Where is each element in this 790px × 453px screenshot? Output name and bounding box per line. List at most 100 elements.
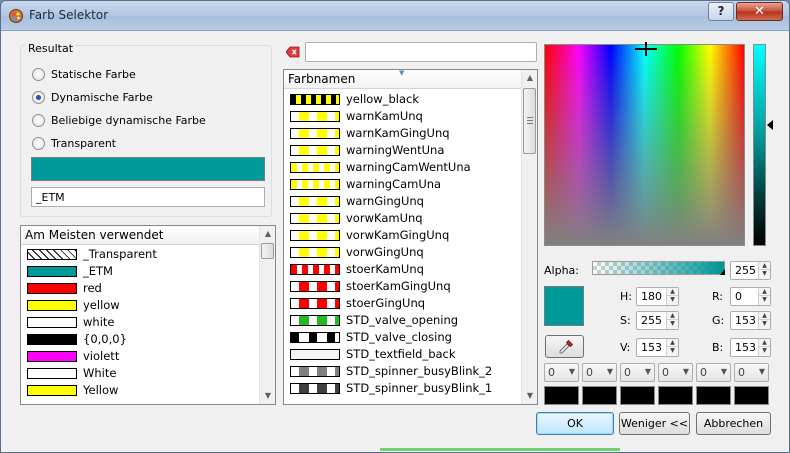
list-item[interactable]: red (21, 280, 257, 297)
spin-up-icon[interactable]: ▲ (759, 262, 770, 270)
custom-color-dropdown[interactable]: 0 ▼ (658, 363, 693, 382)
spin-down-icon[interactable]: ▼ (759, 270, 770, 278)
custom-color-slot[interactable] (734, 386, 769, 405)
custom-color-slot[interactable] (582, 386, 617, 405)
hue-label: H: (620, 290, 632, 303)
spin-up-icon[interactable]: ▲ (759, 339, 770, 347)
radio-any-dynamic-color-circle[interactable] (32, 114, 45, 127)
list-item[interactable]: White (21, 365, 257, 382)
custom-color-slot[interactable] (620, 386, 655, 405)
list-item[interactable]: warnKamGingUnq (284, 125, 520, 142)
spin-down-icon[interactable]: ▼ (667, 320, 678, 328)
spin-up-icon[interactable]: ▲ (759, 288, 770, 296)
result-color-name-field[interactable]: _ETM (31, 187, 265, 207)
title-bar[interactable]: Farb Selektor ? ✕ (1, 1, 789, 31)
spin-up-icon[interactable]: ▲ (759, 312, 770, 320)
spin-up-icon[interactable]: ▲ (667, 339, 678, 347)
list-item[interactable]: {0,0,0} (21, 331, 257, 348)
cancel-button[interactable]: Abbrechen (696, 412, 771, 435)
progress-glow (380, 448, 620, 451)
list-item[interactable]: yellow (21, 297, 257, 314)
spin-up-icon[interactable]: ▲ (667, 312, 678, 320)
custom-color-dropdown[interactable]: 0 ▼ (696, 363, 731, 382)
scroll-up-arrow-icon[interactable]: ▲ (260, 226, 275, 242)
most-used-scrollbar[interactable]: ▲ ▼ (259, 226, 275, 404)
close-button[interactable]: ✕ (736, 2, 783, 21)
custom-color-value: 0 (700, 366, 707, 379)
alpha-slider[interactable] (592, 261, 725, 275)
list-item[interactable]: Yellow (21, 382, 257, 399)
list-item-label: yellow (83, 298, 120, 312)
list-item[interactable]: warningWentUna (284, 142, 520, 159)
list-item[interactable]: warnKamUnq (284, 108, 520, 125)
list-item[interactable]: warnGingUnq (284, 193, 520, 210)
value-label: V: (620, 341, 631, 354)
spin-up-icon[interactable]: ▲ (667, 288, 678, 296)
color-swatch (290, 94, 340, 105)
app-icon (9, 9, 23, 23)
list-item[interactable]: _ETM (21, 263, 257, 280)
red-spinbox[interactable]: 0 ▲ ▼ (730, 287, 771, 306)
color-spectrum[interactable] (544, 44, 745, 246)
luminance-pointer-icon[interactable] (767, 120, 773, 130)
list-item[interactable]: STD_valve_closing (284, 329, 520, 346)
value-spinbox[interactable]: 153 ▲ ▼ (636, 338, 679, 357)
color-names-header[interactable]: Farbnamen (284, 70, 537, 89)
alpha-spinbox[interactable]: 255 ▲ ▼ (730, 261, 771, 280)
custom-color-dropdown[interactable]: 0 ▼ (620, 363, 655, 382)
blue-spinbox[interactable]: 153 ▲ ▼ (730, 338, 771, 357)
clear-search-icon[interactable] (286, 46, 300, 58)
custom-color-dropdown[interactable]: 0 ▼ (734, 363, 769, 382)
custom-color-slot[interactable] (696, 386, 731, 405)
list-item[interactable]: stoerKamGingUnq (284, 278, 520, 295)
custom-color-dropdown[interactable]: 0 ▼ (544, 363, 579, 382)
custom-color-slot[interactable] (658, 386, 693, 405)
help-button[interactable]: ? (708, 2, 734, 21)
list-item[interactable]: violett (21, 348, 257, 365)
scroll-thumb[interactable] (261, 243, 274, 259)
list-item[interactable]: STD_textfield_back (284, 346, 520, 363)
list-item[interactable]: vorwKamUnq (284, 210, 520, 227)
ok-button[interactable]: OK (536, 412, 614, 435)
custom-color-value: 0 (662, 366, 669, 379)
list-item[interactable]: STD_valve_opening (284, 312, 520, 329)
radio-static-color-circle[interactable] (32, 68, 45, 81)
list-item[interactable]: warningCamUna (284, 176, 520, 193)
custom-color-slot[interactable] (544, 386, 579, 405)
scroll-up-arrow-icon[interactable]: ▲ (522, 70, 537, 86)
list-item[interactable]: white (21, 314, 257, 331)
list-item[interactable]: yellow_black (284, 91, 520, 108)
hue-spinbox[interactable]: 180 ▲ ▼ (636, 287, 679, 306)
scroll-thumb[interactable] (523, 88, 536, 154)
alpha-pointer-icon[interactable] (720, 269, 725, 275)
eyedropper-button[interactable] (545, 335, 584, 358)
list-item[interactable]: warningCamWentUna (284, 159, 520, 176)
list-item[interactable]: STD_spinner_busyBlink_2 (284, 363, 520, 380)
list-item[interactable]: STD_spinner_busyBlink_1 (284, 380, 520, 397)
less-button[interactable]: Weniger << (619, 412, 690, 435)
spin-down-icon[interactable]: ▼ (667, 296, 678, 304)
list-item[interactable]: vorwKamGingUnq (284, 227, 520, 244)
radio-transparent-circle[interactable] (32, 137, 45, 150)
color-names-scrollbar[interactable]: ▲ ▼ (521, 70, 537, 404)
scroll-down-arrow-icon[interactable]: ▼ (260, 388, 275, 404)
spin-down-icon[interactable]: ▼ (759, 296, 770, 304)
color-swatch (290, 145, 340, 156)
list-item[interactable]: stoerKamUnq (284, 261, 520, 278)
green-spinbox[interactable]: 153 ▲ ▼ (730, 311, 771, 330)
color-names-list[interactable]: Farbnamen ▼ yellow_black warnKamUnq warnKa… (283, 69, 538, 405)
saturation-spinbox[interactable]: 255 ▲ ▼ (636, 311, 679, 330)
list-item[interactable]: _Transparent (21, 246, 257, 263)
radio-dynamic-color-circle[interactable] (32, 91, 45, 104)
luminance-bar[interactable] (753, 44, 766, 246)
custom-color-dropdown[interactable]: 0 ▼ (582, 363, 617, 382)
list-item[interactable]: vorwGingUnq (284, 244, 520, 261)
scroll-down-arrow-icon[interactable]: ▼ (522, 388, 537, 404)
spin-down-icon[interactable]: ▼ (667, 347, 678, 355)
list-item[interactable]: stoerGingUnq (284, 295, 520, 312)
color-search-input[interactable] (305, 42, 537, 62)
grip-icon (527, 117, 533, 118)
spin-down-icon[interactable]: ▼ (759, 347, 770, 355)
spin-down-icon[interactable]: ▼ (759, 320, 770, 328)
most-used-list[interactable]: Am Meisten verwendet _Transparent _ETM red… (20, 225, 276, 405)
